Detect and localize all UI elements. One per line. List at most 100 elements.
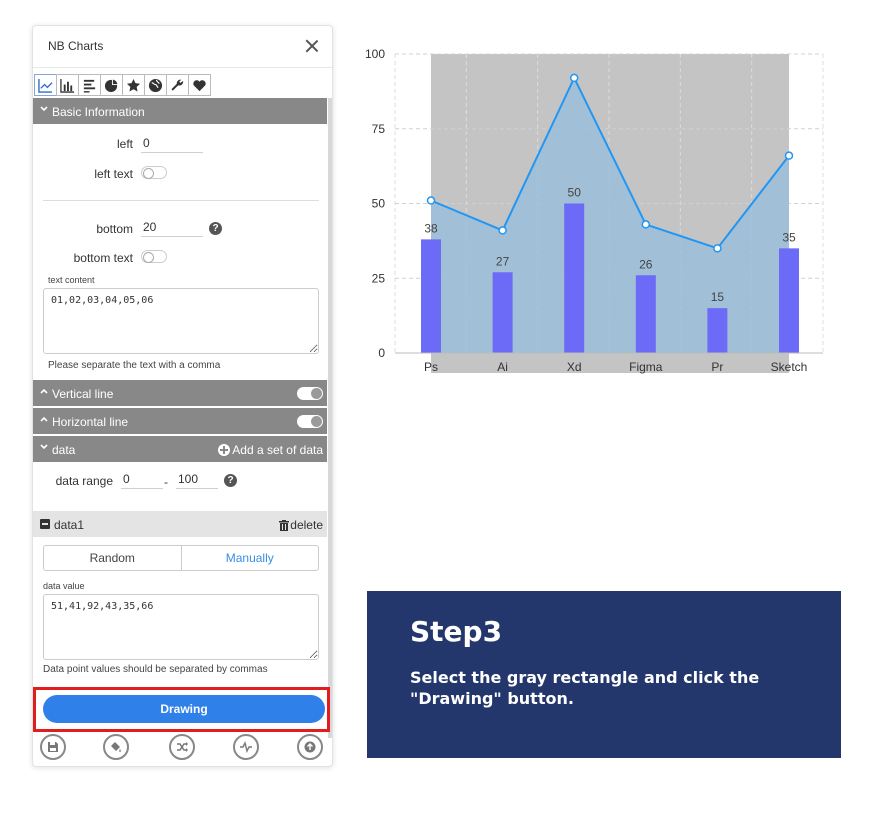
help-icon[interactable]: ? xyxy=(224,474,237,487)
horizontal-line-toggle[interactable] xyxy=(297,415,323,428)
x-tick-label: Figma xyxy=(629,360,663,374)
bar xyxy=(564,203,585,353)
section-data[interactable]: data Add a set of data xyxy=(33,436,327,462)
settings-scroll-area[interactable]: Basic Information left left text bottom … xyxy=(33,98,327,766)
bar-data-label: 35 xyxy=(782,230,796,244)
bar xyxy=(492,272,513,353)
combo-chart[interactable]: 0 25 50 75 100 38 27 50 26 15 35 Ps Ai Xd Figma Pr Sketc… xyxy=(355,40,835,390)
text-content-hint: Please separate the text with a comma xyxy=(48,360,221,371)
data-set-header[interactable]: data1 delete xyxy=(33,511,327,537)
line-point xyxy=(784,151,794,160)
delete-data-set-button[interactable]: delete xyxy=(279,518,323,532)
left-text-label: left text xyxy=(94,167,133,181)
delete-label: delete xyxy=(290,518,323,532)
bar-data-label: 27 xyxy=(496,254,510,268)
chart-canvas[interactable]: 0 25 50 75 100 38 27 50 26 15 35 Ps Ai Xd Figma Pr Sketc… xyxy=(355,40,835,390)
y-tick-label: 25 xyxy=(372,271,386,285)
close-icon[interactable] xyxy=(304,38,320,54)
x-tick-label: Ai xyxy=(497,360,508,374)
add-data-set-label: Add a set of data xyxy=(232,443,323,457)
text-content-input[interactable]: 01,02,03,04,05,06 xyxy=(43,288,319,354)
chevron-up-icon xyxy=(40,388,48,394)
data-value-input[interactable]: 51,41,92,43,35,66 xyxy=(43,594,319,660)
paint-bucket-icon[interactable] xyxy=(103,734,129,760)
bar xyxy=(707,308,728,353)
line-point xyxy=(713,244,722,253)
line-point xyxy=(498,226,507,235)
drawing-highlight-box: Drawing xyxy=(33,687,330,732)
bar-chart-icon[interactable] xyxy=(56,74,79,96)
pie-chart-icon[interactable] xyxy=(100,74,123,96)
data-set-title: data1 xyxy=(54,518,85,532)
data-value-hint: Data point values should be separated by… xyxy=(43,664,268,675)
line-point xyxy=(641,220,651,229)
panel-header: NB Charts xyxy=(33,26,332,68)
help-icon[interactable]: ? xyxy=(209,222,222,235)
data-range-label: data range xyxy=(55,474,113,488)
shuffle-icon[interactable] xyxy=(169,734,195,760)
step-description: Select the gray rectangle and click the … xyxy=(410,668,760,708)
drawing-button[interactable]: Drawing xyxy=(43,695,325,723)
chevron-down-icon xyxy=(40,444,48,450)
wrench-icon[interactable] xyxy=(166,74,189,96)
bar-data-label: 26 xyxy=(639,257,653,271)
plus-circle-icon xyxy=(218,444,231,456)
step-title: Step3 xyxy=(410,615,503,648)
scrollbar[interactable] xyxy=(328,98,332,738)
bar-data-label: 50 xyxy=(568,186,582,200)
section-title: Horizontal line xyxy=(52,415,129,429)
collapse-minus-icon[interactable] xyxy=(40,519,50,529)
star-icon[interactable] xyxy=(122,74,145,96)
line-chart-icon[interactable] xyxy=(34,74,57,96)
mode-random-button[interactable]: Random xyxy=(44,546,182,570)
range-max-input[interactable] xyxy=(176,469,218,489)
x-tick-label: Xd xyxy=(567,360,582,374)
bottom-label: bottom xyxy=(96,222,133,236)
x-tick-label: Sketch xyxy=(771,360,808,374)
text-content-label: text content xyxy=(48,275,95,285)
add-data-set-button[interactable]: Add a set of data xyxy=(218,443,323,457)
pulse-icon[interactable] xyxy=(233,734,259,760)
section-title: data xyxy=(52,443,76,457)
section-basic-information[interactable]: Basic Information xyxy=(33,98,327,124)
vertical-line-toggle[interactable] xyxy=(297,387,323,400)
panel-title: NB Charts xyxy=(48,39,104,53)
left-text-switch[interactable] xyxy=(141,166,167,179)
save-icon[interactable] xyxy=(40,734,66,760)
left-label: left xyxy=(116,137,133,151)
chart-type-toolbar xyxy=(33,74,211,96)
bottom-toolbar xyxy=(33,732,327,766)
globe-icon[interactable] xyxy=(144,74,167,96)
bottom-text-switch[interactable] xyxy=(141,250,167,263)
data-value-label: data value xyxy=(43,581,85,591)
y-tick-label: 100 xyxy=(365,47,385,61)
x-tick-label: Pr xyxy=(711,360,723,374)
line-point xyxy=(569,73,579,83)
bar xyxy=(779,248,799,353)
heart-icon[interactable] xyxy=(188,74,211,96)
bottom-text-label: bottom text xyxy=(73,251,133,265)
chevron-down-icon xyxy=(40,106,48,112)
left-input[interactable] xyxy=(141,133,203,153)
range-min-input[interactable] xyxy=(121,469,163,489)
y-tick-label: 75 xyxy=(372,122,386,136)
section-horizontal-line[interactable]: Horizontal line xyxy=(33,408,327,434)
bar-data-label: 38 xyxy=(424,221,438,235)
mode-manually-button[interactable]: Manually xyxy=(182,546,319,570)
divider xyxy=(43,200,319,201)
bar xyxy=(635,275,656,353)
section-title: Vertical line xyxy=(52,387,114,401)
line-point xyxy=(426,196,436,205)
section-title: Basic Information xyxy=(52,105,145,119)
x-tick-label: Ps xyxy=(424,360,438,374)
y-tick-label: 0 xyxy=(378,346,385,360)
range-separator: - xyxy=(164,475,168,489)
y-tick-label: 50 xyxy=(372,197,386,211)
upload-icon[interactable] xyxy=(297,734,323,760)
list-icon[interactable] xyxy=(78,74,101,96)
section-vertical-line[interactable]: Vertical line xyxy=(33,380,327,406)
bottom-input[interactable] xyxy=(141,217,203,237)
data-mode-selector: Random Manually xyxy=(43,545,319,571)
nb-charts-panel: NB Charts Basic Information left 0 left … xyxy=(32,25,333,767)
bar xyxy=(421,239,441,353)
